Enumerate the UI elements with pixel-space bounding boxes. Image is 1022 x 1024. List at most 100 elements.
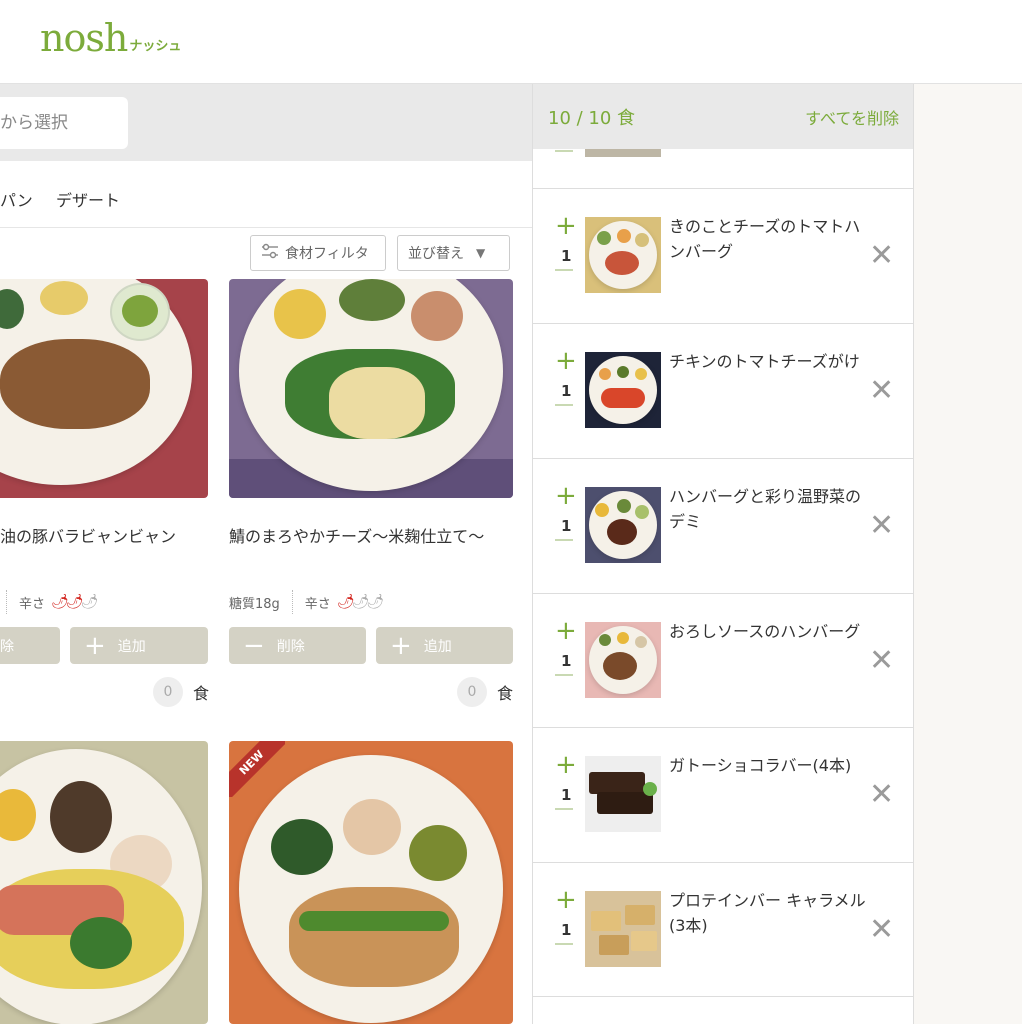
ingredient-filter-button[interactable]: 食材フィルタ — [250, 235, 386, 271]
cart-item-quantity: 1 — [561, 517, 572, 535]
cart-item — [533, 996, 913, 1024]
minus-icon[interactable] — [555, 150, 573, 152]
plus-icon[interactable]: + — [555, 348, 577, 374]
search-bar: から選択 — [0, 84, 532, 161]
cart-item-quantity: 1 — [561, 247, 572, 265]
cart-item: + 1 ガトーショコラバー(4本) ✕ — [533, 727, 913, 862]
page-background — [914, 84, 1022, 1024]
cart-item-thumbnail — [585, 352, 661, 428]
plus-icon[interactable]: + — [555, 618, 577, 644]
new-badge-label: NEW — [229, 741, 285, 797]
logo-text: nosh — [40, 16, 128, 60]
divider — [291, 590, 293, 614]
cart-item-quantity: 1 — [561, 652, 572, 670]
quantity-unit: 食 — [497, 684, 514, 703]
cart-item-name: おろしソースのハンバーグ — [669, 622, 861, 641]
minus-icon[interactable] — [555, 404, 573, 406]
remove-label: 削除 — [276, 638, 305, 655]
add-button[interactable]: + 追加 — [376, 627, 513, 664]
plus-icon: + — [84, 630, 106, 661]
new-badge: NEW — [229, 741, 285, 797]
plus-icon: + — [390, 630, 412, 661]
divider — [6, 590, 7, 614]
category-tabs: パン デザート — [0, 161, 532, 228]
menu-card-meta: 糖質18g 辛さ 🌶🌶🌶 — [229, 590, 384, 614]
quantity-unit: 食 — [193, 684, 210, 703]
cart-item-thumbnail — [585, 149, 661, 157]
minus-icon[interactable] — [555, 943, 573, 945]
plus-icon[interactable]: + — [555, 483, 577, 509]
menu-card-image[interactable]: NEW — [229, 741, 513, 1024]
sort-down-icon: ▼ — [476, 246, 486, 260]
cart-item-thumbnail — [585, 622, 661, 698]
minus-icon[interactable] — [555, 808, 573, 810]
chili-pepper-icon: 🌶🌶🌶 — [51, 594, 98, 610]
remove-x-icon[interactable]: ✕ — [869, 646, 894, 676]
carbs-label: 糖質18g — [229, 596, 280, 612]
cart-item-name: きのことチーズのトマトハンバーグ — [669, 217, 861, 261]
cart-item-name: プロテインバー キャラメル(3本) — [669, 891, 866, 935]
sort-label: 並び替え — [408, 246, 464, 262]
site-header: nosh ナッシュ — [0, 0, 1022, 84]
search-select[interactable]: から選択 — [0, 97, 128, 149]
minus-icon[interactable] — [555, 539, 573, 541]
logo-kana: ナッシュ — [129, 39, 182, 54]
quantity-count: 0 — [153, 677, 183, 707]
cart-header: 10 / 10 食 すべてを削除 — [533, 84, 913, 149]
menu-card-title[interactable]: 油の豚バラビャンビャン — [0, 524, 210, 549]
remove-button[interactable]: 除 — [0, 627, 60, 664]
remove-x-icon[interactable]: ✕ — [869, 915, 894, 945]
plus-icon[interactable]: + — [555, 887, 577, 913]
cart-item: + 1 おろしソースのハンバーグ ✕ — [533, 593, 913, 728]
clear-all-button[interactable]: すべてを削除 — [805, 105, 899, 129]
cart-item-quantity: 1 — [561, 921, 572, 939]
plus-icon[interactable]: + — [555, 213, 577, 239]
minus-icon[interactable] — [555, 674, 573, 676]
add-button[interactable]: + 追加 — [70, 627, 208, 664]
menu-card-quantity: 0 食 — [457, 677, 513, 707]
nosh-logo[interactable]: nosh ナッシュ — [40, 18, 181, 58]
cart-item-quantity: 1 — [561, 786, 572, 804]
remove-x-icon[interactable]: ✕ — [869, 780, 894, 810]
category-tab-bread[interactable]: パン — [0, 187, 33, 211]
cart-item — [533, 149, 913, 188]
spice-label: 辛さ — [304, 596, 331, 612]
cart-item-thumbnail — [585, 217, 661, 293]
cart-item-thumbnail — [585, 487, 661, 563]
plus-icon[interactable]: + — [555, 752, 577, 778]
cart-item: + 1 きのことチーズのトマトハンバーグ ✕ — [533, 188, 913, 323]
minus-icon[interactable] — [555, 269, 573, 271]
cart-item-name: ガトーショコラバー(4本) — [669, 756, 852, 775]
menu-card-title[interactable]: 鯖のまろやかチーズ〜米麹仕立て〜 — [229, 524, 513, 549]
cart-item-thumbnail — [585, 756, 661, 832]
cart-item-quantity: 1 — [561, 382, 572, 400]
cart-item: + 1 ハンバーグと彩り温野菜のデミ ✕ — [533, 458, 913, 593]
cart-item-thumbnail — [585, 891, 661, 967]
menu-card-image[interactable] — [0, 279, 208, 498]
cart-item: + 1 チキンのトマトチーズがけ ✕ — [533, 323, 913, 458]
remove-button[interactable]: − 削除 — [229, 627, 366, 664]
spice-label: 辛さ — [19, 596, 46, 612]
cart-panel: 10 / 10 食 すべてを削除 + 1 きのことチーズのトマトハンバーグ ✕ … — [532, 84, 914, 1024]
remove-x-icon[interactable]: ✕ — [869, 511, 894, 541]
remove-x-icon[interactable]: ✕ — [869, 376, 894, 406]
add-label: 追加 — [423, 638, 452, 655]
filter-label: 食材フィルタ — [285, 246, 369, 262]
remove-x-icon[interactable]: ✕ — [869, 241, 894, 271]
remove-label: 除 — [0, 638, 14, 655]
menu-card-meta: 辛さ 🌶🌶🌶 — [0, 590, 98, 614]
category-tab-dessert[interactable]: デザート — [56, 187, 120, 211]
cart-item: + 1 プロテインバー キャラメル(3本) ✕ — [533, 862, 913, 997]
add-label: 追加 — [117, 638, 146, 655]
cart-count: 10 / 10 食 — [548, 108, 636, 129]
menu-card-image[interactable] — [229, 279, 513, 498]
menu-card-image[interactable] — [0, 741, 208, 1024]
minus-icon: − — [243, 630, 265, 661]
cart-item-name: ハンバーグと彩り温野菜のデミ — [669, 487, 862, 531]
filter-icon — [261, 243, 279, 263]
sort-select[interactable]: 並び替え ▼ — [397, 235, 510, 271]
menu-card-quantity: 0 食 — [153, 677, 209, 707]
quantity-count: 0 — [457, 677, 487, 707]
chili-pepper-icon: 🌶🌶🌶 — [336, 594, 384, 610]
cart-item-name: チキンのトマトチーズがけ — [669, 352, 860, 371]
